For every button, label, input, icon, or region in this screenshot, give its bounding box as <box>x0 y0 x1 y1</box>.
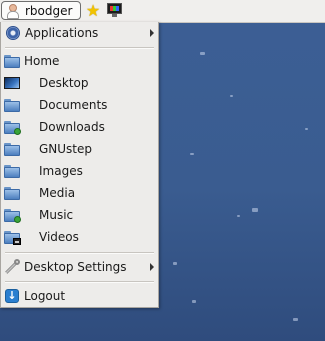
star-icon[interactable]: ★ <box>84 2 102 20</box>
menu-item-home[interactable]: Home <box>1 50 158 72</box>
menu-item-label: GNUstep <box>39 142 93 156</box>
desktop-speck <box>190 153 194 155</box>
folder-icon <box>4 187 20 200</box>
user-avatar-icon <box>6 3 19 19</box>
menu-item-desktop[interactable]: Desktop <box>1 72 158 94</box>
menu-separator <box>5 281 154 283</box>
folder-music-icon <box>4 209 21 223</box>
desktop-speck <box>252 208 258 212</box>
menu-item-label: Media <box>39 186 76 200</box>
menu-item-label: Music <box>39 208 74 222</box>
folder-icon <box>4 55 20 68</box>
menu-item-gnustep[interactable]: GNUstep <box>1 138 158 160</box>
menu-item-label: Documents <box>39 98 108 112</box>
folder-icon <box>4 99 20 112</box>
folder-icon <box>4 165 20 178</box>
desktop-speck <box>305 128 308 130</box>
menu-item-label: Home <box>24 54 60 68</box>
menu-item-desktop-settings[interactable]: Desktop Settings <box>1 256 158 278</box>
username-label: rbodger <box>25 3 73 18</box>
menu-separator <box>5 47 154 49</box>
logout-icon: ↓ <box>5 289 19 303</box>
gear-icon <box>6 26 20 40</box>
top-panel: rbodger ★ <box>0 0 325 23</box>
menu-item-images[interactable]: Images <box>1 160 158 182</box>
user-menu-button[interactable]: rbodger <box>1 1 81 20</box>
submenu-arrow-icon <box>150 29 154 37</box>
menu-item-documents[interactable]: Documents <box>1 94 158 116</box>
menu-item-label: Desktop Settings <box>24 260 127 274</box>
desktop-speck <box>200 52 205 55</box>
desktop-speck <box>293 318 298 321</box>
menu-separator <box>5 252 154 254</box>
menu-item-media[interactable]: Media <box>1 182 158 204</box>
folder-icon <box>4 143 20 156</box>
wrench-icon <box>4 259 20 275</box>
desktop-icon <box>4 77 20 89</box>
menu-item-label: Downloads <box>39 120 105 134</box>
folder-download-icon <box>4 121 21 135</box>
menu-item-label: Logout <box>24 289 66 303</box>
menu-item-label: Desktop <box>39 76 89 90</box>
menu-item-music[interactable]: Music <box>1 204 158 226</box>
menu-item-logout[interactable]: ↓ Logout <box>1 285 158 307</box>
menu-item-downloads[interactable]: Downloads <box>1 116 158 138</box>
folder-video-icon <box>4 231 21 245</box>
menu-item-label: Applications <box>25 26 99 40</box>
desktop-speck <box>237 215 240 217</box>
monitor-icon[interactable] <box>107 3 122 17</box>
submenu-arrow-icon <box>150 263 154 271</box>
user-dropdown-menu: Applications Home Desktop Documents Down… <box>0 22 159 308</box>
menu-item-applications[interactable]: Applications <box>1 22 158 44</box>
desktop-speck <box>230 95 233 97</box>
menu-item-label: Videos <box>39 230 79 244</box>
desktop-speck <box>192 300 196 303</box>
menu-item-videos[interactable]: Videos <box>1 226 158 248</box>
desktop-speck <box>173 262 177 265</box>
menu-item-label: Images <box>39 164 83 178</box>
